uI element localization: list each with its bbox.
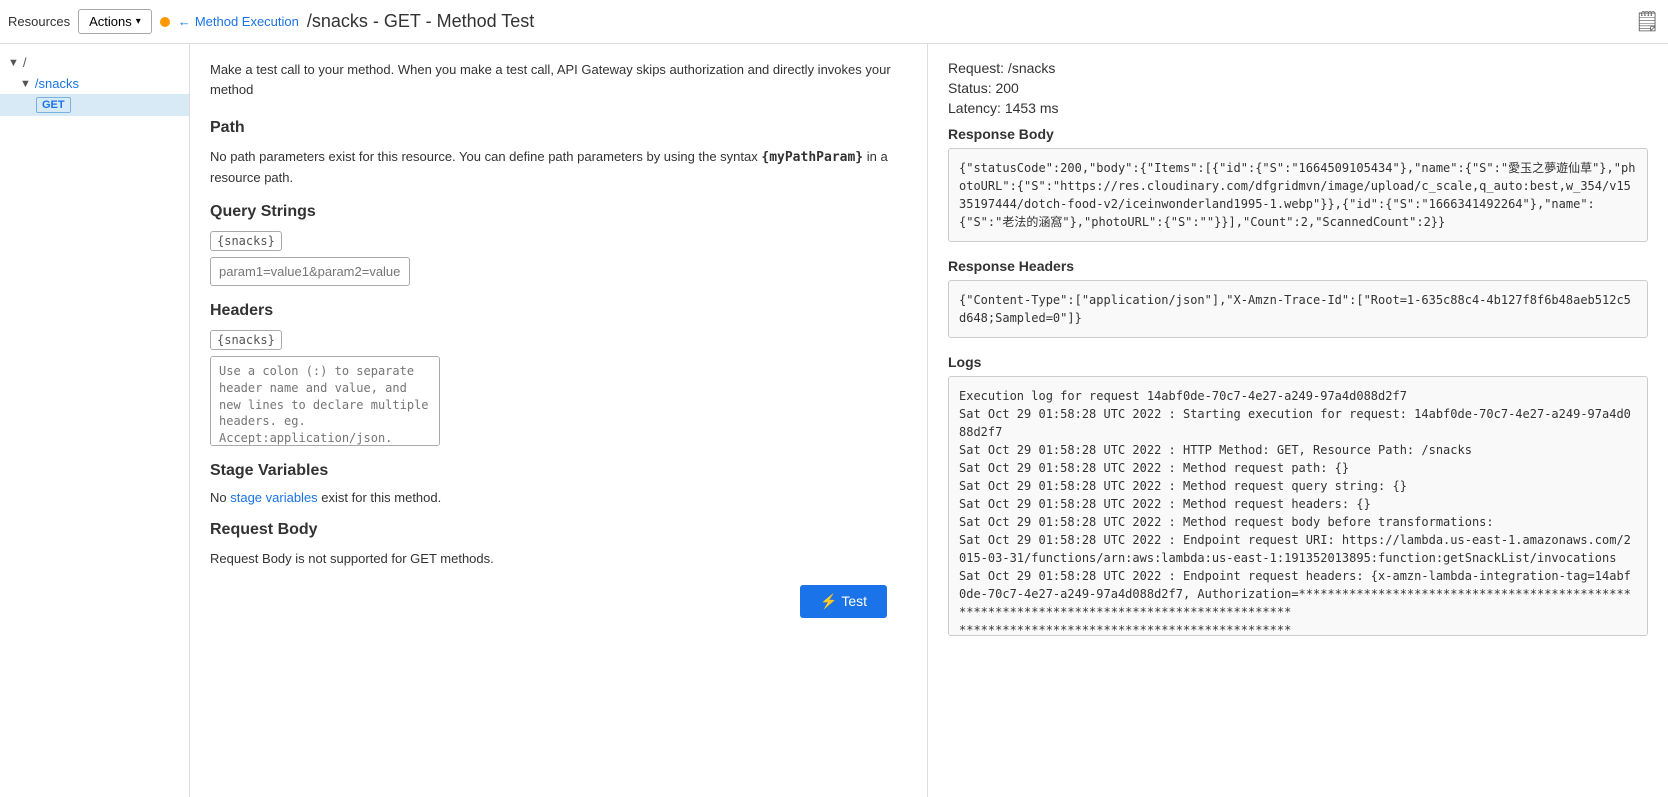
right-panel: Request: /snacks Status: 200 Latency: 14… [928, 44, 1668, 797]
page-title: /snacks - GET - Method Test [307, 11, 534, 32]
request-body-desc: Request Body is not supported for GET me… [210, 549, 907, 569]
logs-label: Logs [948, 354, 1648, 370]
logs-content: Execution log for request 14abf0de-70c7-… [948, 376, 1648, 636]
main-layout: ▼ / ▼ /snacks GET Make a test call to yo… [0, 44, 1668, 797]
snacks-label: /snacks [35, 76, 79, 91]
headers-textarea[interactable] [210, 356, 440, 446]
method-execution-label: Method Execution [195, 14, 299, 29]
stage-var-text-before: No [210, 490, 230, 505]
actions-button[interactable]: Actions ▾ [78, 9, 152, 34]
stage-variables-link[interactable]: stage variables [230, 490, 317, 505]
arrow-icon: ▼ [8, 57, 19, 69]
query-strings-input[interactable] [210, 257, 410, 286]
status-label: Status: 200 [948, 80, 1648, 96]
test-btn-container: ⚡ Test [210, 585, 907, 618]
test-button[interactable]: ⚡ Test [800, 585, 887, 618]
request-label: Request: /snacks [948, 60, 1648, 76]
response-headers-content: {"Content-Type":["application/json"],"X-… [948, 280, 1648, 338]
arrow-left-icon: ← [178, 14, 191, 29]
top-bar-right: 🗒 [1635, 9, 1660, 34]
stage-variables-text: No stage variables exist for this method… [210, 490, 907, 505]
sidebar-item-snacks[interactable]: ▼ /snacks [0, 73, 189, 94]
response-body-label: Response Body [948, 126, 1648, 142]
path-desc: No path parameters exist for this resour… [210, 147, 907, 187]
root-slash: / [23, 55, 27, 70]
response-headers-label: Response Headers [948, 258, 1648, 274]
latency-label: Latency: 1453 ms [948, 100, 1648, 116]
stage-variables-title: Stage Variables [210, 462, 907, 480]
request-body-section: Request Body Request Body is not support… [210, 521, 907, 569]
resources-label: Resources [8, 14, 70, 29]
stage-variables-section: Stage Variables No stage variables exist… [210, 462, 907, 505]
headers-section: Headers {snacks} [210, 302, 907, 446]
top-bar-left: Resources Actions ▾ ← Method Execution /… [8, 9, 534, 34]
top-bar: Resources Actions ▾ ← Method Execution /… [0, 0, 1668, 44]
doc-icon[interactable]: 🗒 [1635, 11, 1660, 33]
sidebar-item-root[interactable]: ▼ / [0, 52, 189, 73]
path-title: Path [210, 119, 907, 137]
status-dot [160, 17, 170, 27]
sidebar-item-get[interactable]: GET [0, 94, 189, 116]
intro-text: Make a test call to your method. When yo… [210, 60, 907, 99]
content-area: Make a test call to your method. When yo… [190, 44, 1668, 797]
caret-icon: ▾ [136, 16, 141, 27]
request-body-title: Request Body [210, 521, 907, 539]
arrow-icon: ▼ [20, 78, 31, 90]
query-strings-label: {snacks} [210, 231, 282, 251]
stage-var-text-after: exist for this method. [318, 490, 442, 505]
actions-label: Actions [89, 14, 132, 29]
get-badge[interactable]: GET [36, 97, 71, 113]
headers-title: Headers [210, 302, 907, 320]
method-execution-link[interactable]: ← Method Execution [178, 14, 299, 29]
path-section: Path No path parameters exist for this r… [210, 119, 907, 187]
query-strings-title: Query Strings [210, 203, 907, 221]
test-button-label: ⚡ Test [820, 593, 867, 610]
headers-label: {snacks} [210, 330, 282, 350]
left-panel: Make a test call to your method. When yo… [190, 44, 928, 797]
response-body-content: {"statusCode":200,"body":{"Items":[{"id"… [948, 148, 1648, 242]
query-strings-section: Query Strings {snacks} [210, 203, 907, 286]
sidebar: ▼ / ▼ /snacks GET [0, 44, 190, 797]
